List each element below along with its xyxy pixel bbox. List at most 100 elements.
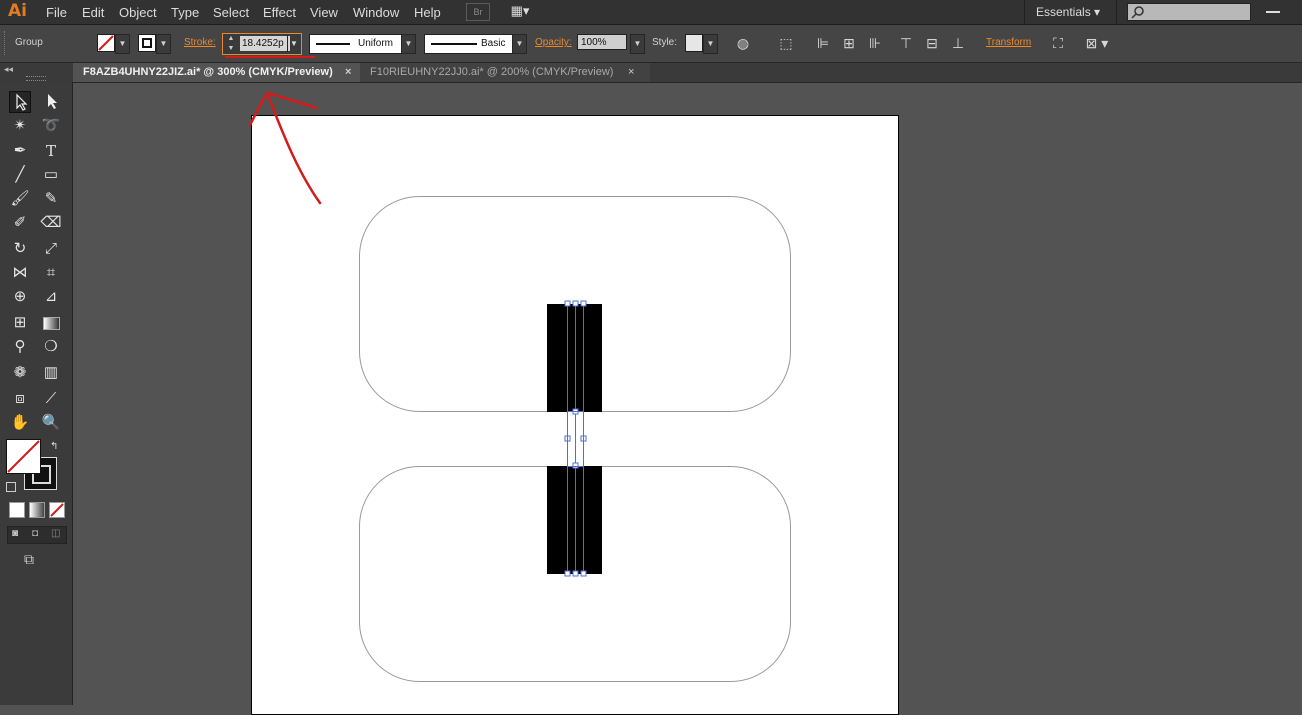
eyedropper-tool[interactable]: ⚲ <box>9 336 31 358</box>
pencil-tool[interactable]: ✎ <box>40 188 62 210</box>
align-right-icon[interactable]: ⊪ <box>865 33 885 53</box>
bridge-button[interactable]: Br <box>466 3 490 21</box>
transform-link[interactable]: Transform <box>986 37 1031 48</box>
scale-tool[interactable]: ⤢ <box>40 238 62 260</box>
menu-select[interactable]: Select <box>213 5 249 20</box>
tab-document-active[interactable]: F8AZB4UHNY22JIZ.ai* @ 300% (CMYK/Preview… <box>73 63 367 82</box>
profile-line-icon <box>316 43 350 45</box>
opacity-label[interactable]: Opacity: <box>535 37 572 48</box>
blend-tool[interactable]: ❍ <box>40 336 62 358</box>
width-tool[interactable]: ⋈ <box>9 262 31 284</box>
color-mode-icon[interactable] <box>9 502 25 518</box>
zoom-tool[interactable]: 🔍 <box>40 412 62 434</box>
variable-width-dropdown-arrow[interactable]: ▼ <box>401 34 416 54</box>
selection-type-label: Group <box>15 37 43 48</box>
workspace-label: Essentials <box>1036 5 1091 19</box>
stroke-weight-input[interactable]: 18.4252p <box>240 36 290 51</box>
stroke-label[interactable]: Stroke: <box>184 37 216 48</box>
direct-selection-arrow-icon <box>48 94 57 109</box>
opacity-input[interactable]: 100% <box>577 34 627 50</box>
annotation-underline <box>225 56 315 58</box>
style-dropdown-arrow[interactable]: ▼ <box>703 34 718 54</box>
paintbrush-tool[interactable]: 🖌 <box>9 188 31 210</box>
stroke-swatch[interactable] <box>138 34 156 52</box>
brush-definition-dropdown[interactable]: Basic <box>424 34 514 54</box>
screen-mode-icon[interactable]: ⧉ <box>24 551 34 568</box>
artboard-tool[interactable]: ⧈ <box>9 388 31 410</box>
menu-object[interactable]: Object <box>119 5 157 20</box>
align-vertical-center-icon[interactable]: ⊟ <box>922 33 942 53</box>
workspace-switcher[interactable]: Essentials ▾ <box>1036 5 1100 19</box>
rotate-tool[interactable]: ↻ <box>9 238 31 260</box>
stroke-dropdown-arrow[interactable]: ▼ <box>156 34 171 54</box>
stroke-spinner-icon[interactable]: ▲ ▼ <box>223 34 239 54</box>
menu-help[interactable]: Help <box>414 5 441 20</box>
align-top-icon[interactable]: ⊤ <box>896 33 916 53</box>
draw-normal-icon[interactable]: ◙ <box>12 528 18 539</box>
hand-tool[interactable]: ✋ <box>9 412 31 434</box>
slice-tool[interactable]: ⟋ <box>40 388 62 410</box>
menu-bar: Ai File Edit Object Type Select Effect V… <box>0 0 1302 25</box>
brush-definition-label: Basic <box>481 38 506 49</box>
blob-brush-tool[interactable]: ✐ <box>9 212 31 234</box>
direct-selection-tool[interactable] <box>40 91 62 113</box>
search-input[interactable] <box>1127 3 1251 21</box>
fill-dropdown-arrow[interactable]: ▼ <box>115 34 130 54</box>
graphic-style-swatch[interactable] <box>685 34 703 52</box>
menu-type[interactable]: Type <box>171 5 199 20</box>
align-horizontal-center-icon[interactable]: ⊞ <box>839 33 859 53</box>
align-to-icon[interactable]: ⬚ <box>776 33 796 53</box>
menu-effect[interactable]: Effect <box>263 5 296 20</box>
type-tool[interactable]: T <box>40 140 62 162</box>
rectangle-tool[interactable]: ▭ <box>40 164 62 186</box>
collapse-arrows-icon[interactable]: ◂◂ <box>4 64 13 75</box>
draw-behind-icon[interactable]: ◘ <box>32 528 38 539</box>
magic-wand-tool[interactable]: ✴ <box>9 115 31 137</box>
selection-arrow-icon <box>16 93 28 111</box>
gradient-tool[interactable] <box>40 312 62 334</box>
isolate-group-icon[interactable]: ⛶ <box>1048 33 1068 53</box>
close-icon[interactable]: × <box>628 63 634 82</box>
minimize-icon[interactable] <box>1266 11 1280 13</box>
free-transform-tool[interactable]: ⌗ <box>40 262 62 284</box>
variable-width-profile-dropdown[interactable]: Uniform <box>309 34 403 54</box>
close-icon[interactable]: × <box>345 63 351 82</box>
pen-tool[interactable]: ✒ <box>9 140 31 162</box>
tab-document-inactive[interactable]: F10RIEUHNY22JJ0.ai* @ 200% (CMYK/Preview… <box>360 63 650 82</box>
align-left-icon[interactable]: ⊫ <box>813 33 833 53</box>
line-segment-tool[interactable]: ╱ <box>9 164 31 186</box>
brush-definition-dropdown-arrow[interactable]: ▼ <box>512 34 527 54</box>
symbol-sprayer-tool[interactable]: ❁ <box>9 362 31 384</box>
menu-file[interactable]: File <box>46 5 67 20</box>
fill-color-box[interactable] <box>6 439 41 474</box>
none-mode-icon[interactable] <box>49 502 65 518</box>
app-logo: Ai <box>8 1 27 21</box>
lasso-tool[interactable]: ➰ <box>40 115 62 137</box>
menu-view[interactable]: View <box>310 5 338 20</box>
stroke-weight-dropdown-arrow[interactable]: ▼ <box>287 35 300 52</box>
selection-tool[interactable] <box>9 91 31 113</box>
artboard[interactable] <box>251 115 899 715</box>
gradient-mode-icon[interactable] <box>29 502 45 518</box>
recolor-artwork-icon[interactable]: ◍ <box>733 33 753 53</box>
tools-panel: ✴ ➰ ✒ T ╱ ▭ 🖌 ✎ ✐ ⌫ ↻ ⤢ ⋈ ⌗ ⊕ ⊿ ⊞ ⚲ ❍ ❁ … <box>0 82 73 705</box>
mesh-tool[interactable]: ⊞ <box>9 312 31 334</box>
column-graph-tool[interactable]: ▥ <box>40 362 62 384</box>
shape-builder-tool[interactable]: ⊕ <box>9 286 31 308</box>
draw-inside-icon[interactable]: ◫ <box>51 528 60 539</box>
panel-menu-icon[interactable]: ⊠ ▾ <box>1080 33 1114 53</box>
menu-edit[interactable]: Edit <box>82 5 104 20</box>
swap-fill-stroke-icon[interactable]: ↰ <box>50 441 58 452</box>
arrange-documents-icon[interactable]: ▦▾ <box>506 3 534 19</box>
tab-label: F8AZB4UHNY22JIZ.ai* @ 300% (CMYK/Preview… <box>83 66 333 78</box>
stroke-weight-field[interactable]: ▲ ▼ 18.4252p ▼ <box>222 33 302 55</box>
control-bar: Group ▼ ▼ Stroke: ▲ ▼ 18.4252p ▼ Uniform … <box>0 25 1302 63</box>
drawing-modes-group: ◙ ◘ ◫ <box>7 526 67 544</box>
perspective-grid-tool[interactable]: ⊿ <box>40 286 62 308</box>
opacity-dropdown-arrow[interactable]: ▼ <box>630 34 645 54</box>
align-bottom-icon[interactable]: ⊥ <box>948 33 968 53</box>
eraser-tool[interactable]: ⌫ <box>40 212 62 234</box>
default-fill-stroke-icon[interactable] <box>6 482 16 492</box>
fill-swatch[interactable] <box>97 34 115 52</box>
menu-window[interactable]: Window <box>353 5 399 20</box>
